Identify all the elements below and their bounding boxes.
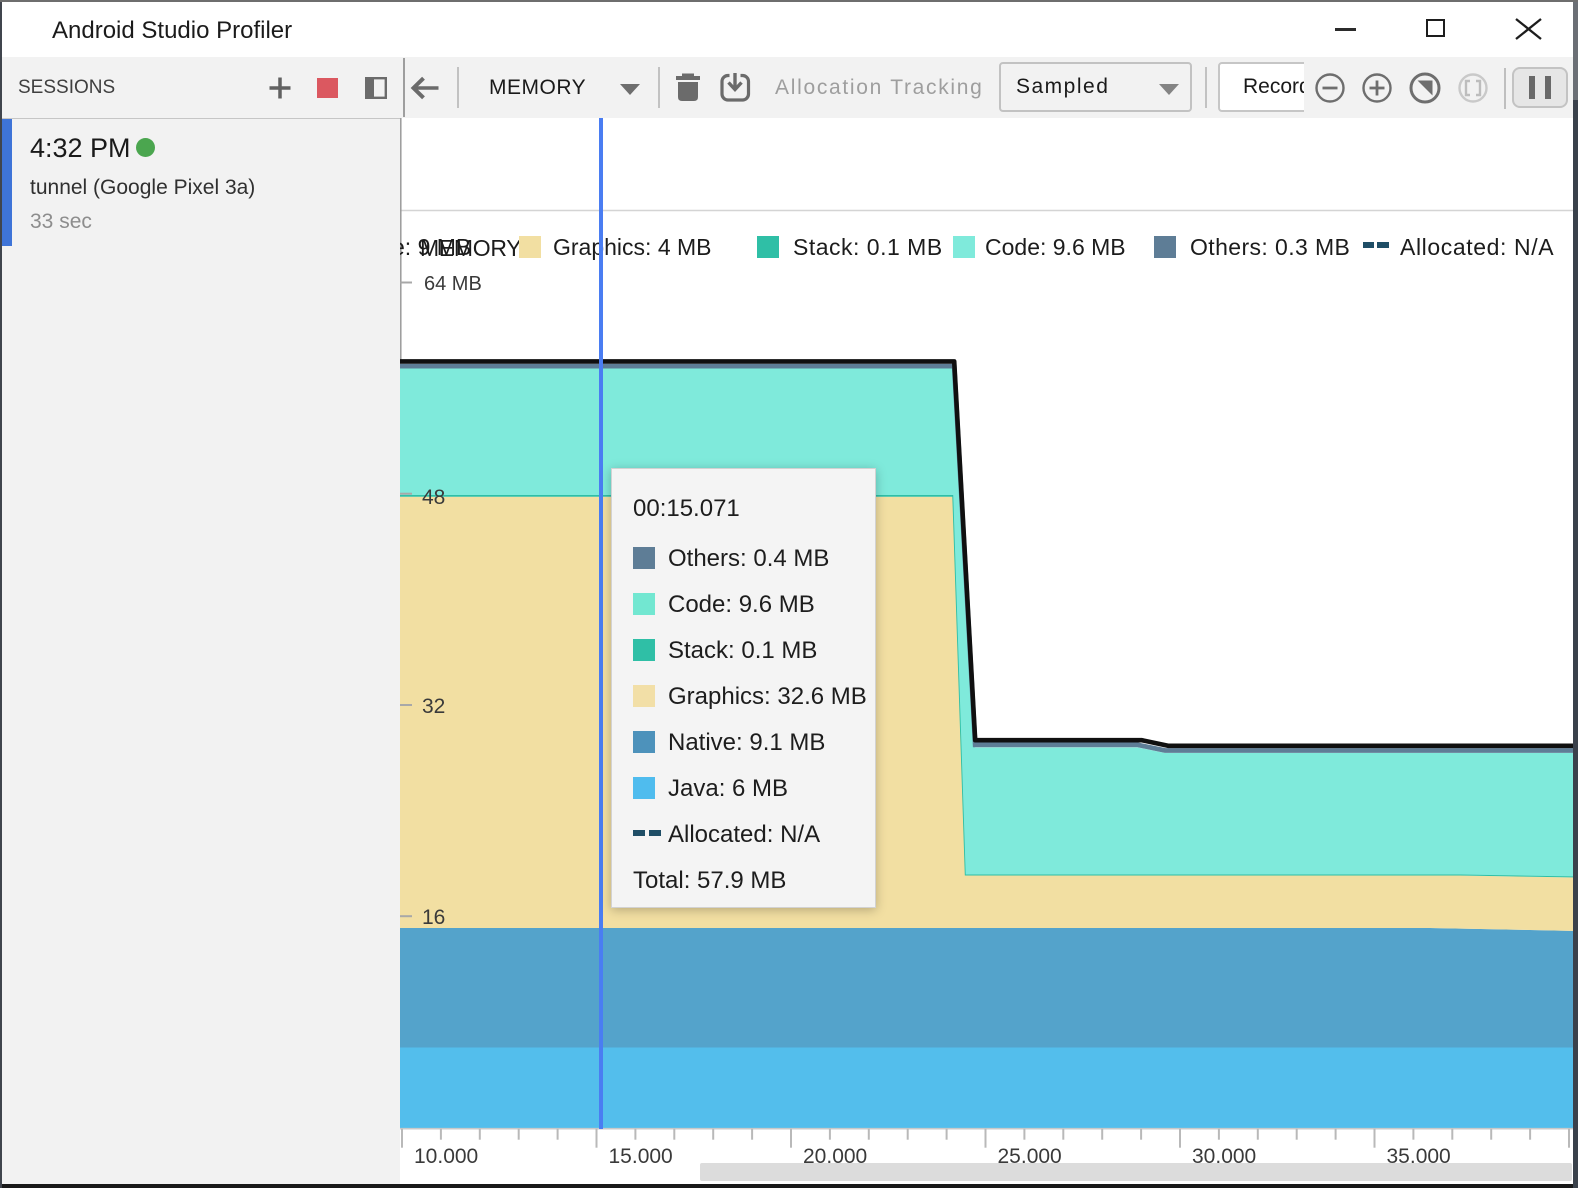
svg-text:Stack: 0.1 MB: Stack: 0.1 MB [793, 234, 943, 260]
svg-text:Code: 9.6 MB: Code: 9.6 MB [985, 234, 1126, 260]
svg-text:10.000: 10.000 [414, 1145, 478, 1168]
svg-text:32: 32 [422, 695, 445, 718]
svg-text:Graphics: 4 MB: Graphics: 4 MB [553, 234, 712, 260]
svg-text:64 MB: 64 MB [424, 273, 482, 295]
svg-text:Others: 0.3 MB: Others: 0.3 MB [1190, 234, 1350, 260]
svg-text:15.000: 15.000 [609, 1145, 673, 1168]
svg-text:Allocated: N/A: Allocated: N/A [1400, 234, 1554, 260]
svg-text:48: 48 [422, 486, 445, 509]
svg-text:MEMORY: MEMORY [420, 235, 521, 261]
svg-text:16: 16 [422, 906, 445, 929]
